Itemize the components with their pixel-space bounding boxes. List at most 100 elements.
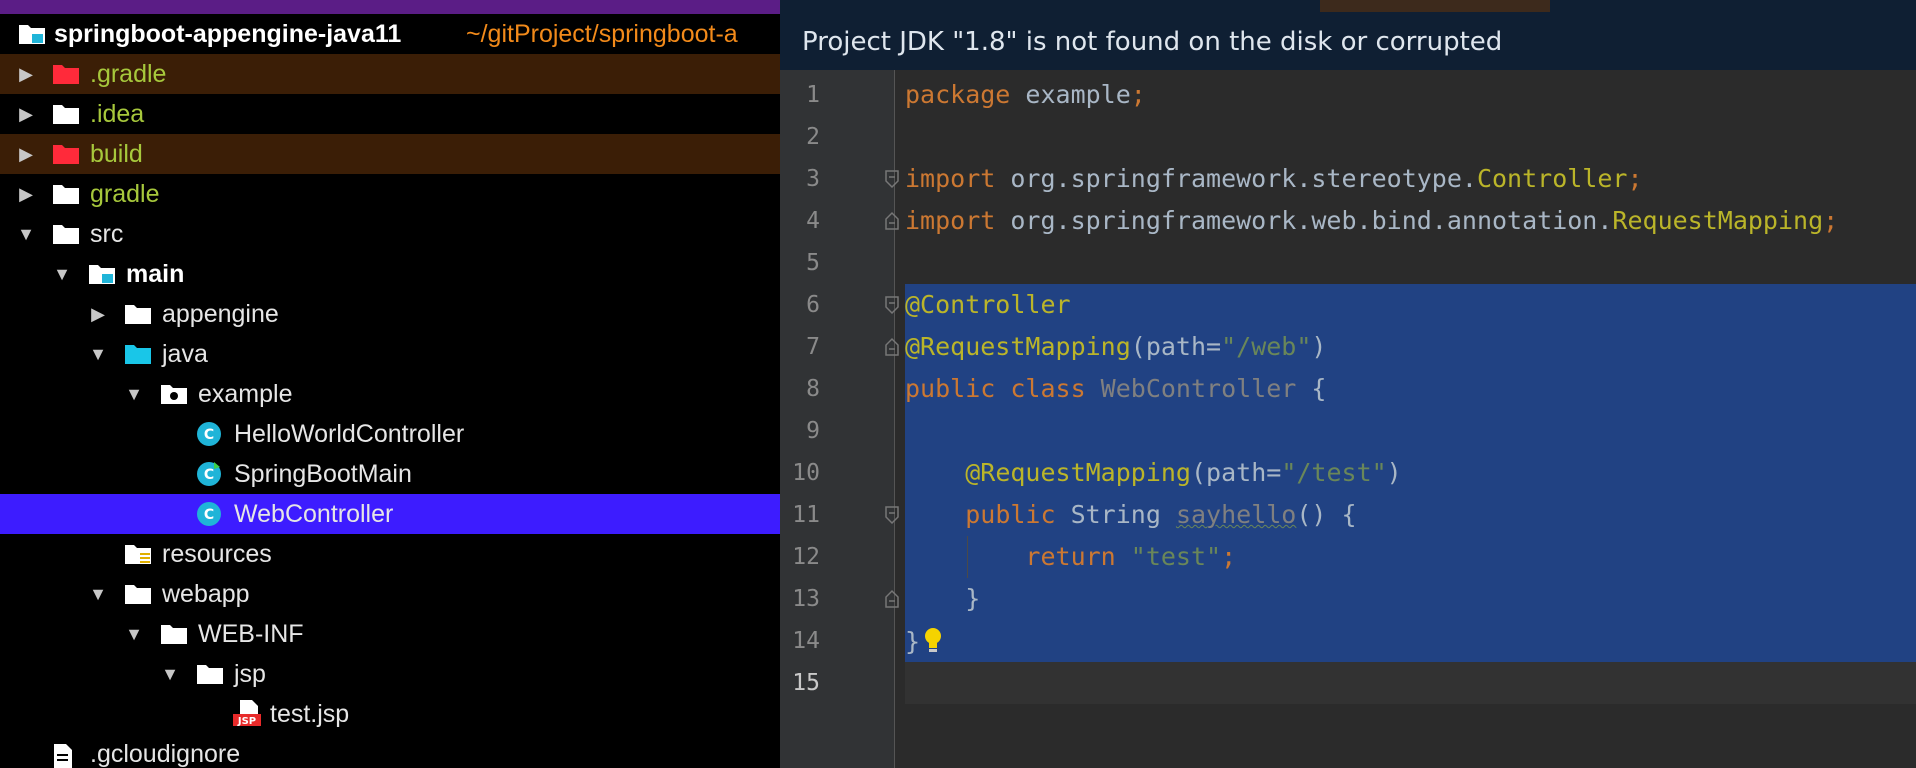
- code-token: public class: [905, 374, 1101, 403]
- code-line[interactable]: @RequestMapping(path="/test"): [905, 452, 1916, 494]
- svg-text:C: C: [204, 467, 214, 483]
- tree-item-label: java: [162, 340, 208, 368]
- code-token: WebController: [1100, 374, 1297, 403]
- code-line[interactable]: public class WebController {: [905, 368, 1916, 410]
- line-number: 13: [792, 586, 820, 612]
- code-token: @RequestMapping: [905, 332, 1131, 361]
- tree-item-label: gradle: [90, 180, 160, 208]
- line-number: 14: [792, 628, 820, 654]
- tree-item[interactable]: ▶ build: [0, 134, 780, 174]
- code-line[interactable]: import org.springframework.web.bind.anno…: [905, 200, 1916, 242]
- code-line[interactable]: @RequestMapping(path="/web"): [905, 326, 1916, 368]
- code-line[interactable]: import org.springframework.stereotype.Co…: [905, 158, 1916, 200]
- expand-arrow-down-icon[interactable]: ▼: [16, 224, 36, 244]
- code-token: "test": [1130, 542, 1222, 571]
- code-token: "/web": [1221, 332, 1312, 361]
- tree-item[interactable]: .gcloudignore: [0, 734, 780, 768]
- code-token: ;: [1130, 80, 1146, 109]
- project-tree: springboot-appengine-java11 ~/gitProject…: [0, 14, 780, 768]
- tree-item-label: WEB-INF: [198, 620, 304, 648]
- jdk-notification-banner[interactable]: Project JDK "1.8" is not found on the di…: [780, 14, 1916, 70]
- package-icon: [160, 383, 188, 405]
- fold-close-icon[interactable]: [884, 211, 900, 231]
- tree-root-path: ~/gitProject/springboot-a: [466, 20, 738, 48]
- code-line[interactable]: [905, 662, 1916, 704]
- tree-item[interactable]: ▶ appengine: [0, 294, 780, 334]
- code-line[interactable]: }: [905, 620, 1916, 662]
- code-token: ;: [1823, 206, 1839, 235]
- fold-open-icon[interactable]: [884, 295, 900, 315]
- fold-open-icon[interactable]: [884, 169, 900, 189]
- folder-icon: [52, 103, 80, 125]
- code-line[interactable]: [905, 410, 1916, 452]
- tree-item[interactable]: ▶ .gradle: [0, 54, 780, 94]
- tree-item[interactable]: ▼ example: [0, 374, 780, 414]
- tree-item[interactable]: ▼ main: [0, 254, 780, 294]
- tree-item[interactable]: ▼ WEB-INF: [0, 614, 780, 654]
- expand-arrow-right-icon[interactable]: ▶: [88, 304, 108, 324]
- tree-item[interactable]: ▼ webapp: [0, 574, 780, 614]
- lightbulb-icon[interactable]: [922, 626, 944, 656]
- line-number: 2: [806, 124, 820, 150]
- code-token: org.springframework.stereotype.: [1010, 164, 1477, 193]
- tree-item[interactable]: resources: [0, 534, 780, 574]
- resources-folder-icon: [124, 543, 152, 565]
- fold-close-icon[interactable]: [884, 589, 900, 609]
- expand-arrow-down-icon[interactable]: ▼: [88, 584, 108, 604]
- expand-arrow-down-icon[interactable]: ▼: [124, 624, 144, 644]
- code-token: }: [905, 627, 921, 656]
- code-token: ): [1311, 332, 1327, 361]
- editor-tab[interactable]: [1320, 0, 1550, 12]
- java-main-class-icon: C: [196, 461, 224, 486]
- code-token: }: [905, 584, 981, 613]
- tree-item[interactable]: C HelloWorldController: [0, 414, 780, 454]
- line-number: 1: [806, 82, 820, 108]
- code-token: return: [1025, 542, 1131, 571]
- tree-item-label: SpringBootMain: [234, 460, 412, 488]
- module-folder-icon: [88, 263, 116, 285]
- excluded-folder-icon: [52, 143, 80, 165]
- expand-arrow-down-icon[interactable]: ▼: [160, 664, 180, 684]
- tree-item[interactable]: ▼ java: [0, 334, 780, 374]
- line-number: 15: [792, 670, 820, 696]
- folder-icon: [52, 183, 80, 205]
- code-token: public: [965, 500, 1071, 529]
- tree-item[interactable]: C WebController: [0, 494, 780, 534]
- editor-gutter[interactable]: 1 2 3 4 5 6 7 8 9 10 11 12 13 14 15: [780, 70, 894, 768]
- tree-item-label: appengine: [162, 300, 279, 328]
- code-token: "/test": [1281, 458, 1387, 487]
- file-icon: [52, 743, 80, 768]
- java-class-icon: C: [196, 421, 224, 446]
- expand-arrow-right-icon[interactable]: ▶: [16, 184, 36, 204]
- tree-item-label: .gcloudignore: [90, 740, 241, 768]
- expand-arrow-down-icon[interactable]: ▼: [124, 384, 144, 404]
- tree-item[interactable]: ▶ gradle: [0, 174, 780, 214]
- code-line[interactable]: [905, 242, 1916, 284]
- expand-arrow-down-icon[interactable]: ▼: [88, 344, 108, 364]
- folder-icon: [124, 583, 152, 605]
- tree-item[interactable]: JSP test.jsp: [0, 694, 780, 734]
- code-line[interactable]: public String sayhello() {: [905, 494, 1916, 536]
- tree-item[interactable]: ▼ jsp: [0, 654, 780, 694]
- code-line[interactable]: package example;: [905, 74, 1916, 116]
- fold-open-icon[interactable]: [884, 505, 900, 525]
- code-line[interactable]: return "test";: [905, 536, 1916, 578]
- code-line[interactable]: [905, 116, 1916, 158]
- expand-arrow-right-icon[interactable]: ▶: [16, 64, 36, 84]
- svg-text:JSP: JSP: [237, 716, 256, 727]
- tree-item[interactable]: ▶ .idea: [0, 94, 780, 134]
- expand-arrow-right-icon[interactable]: ▶: [16, 144, 36, 164]
- expand-arrow-down-icon[interactable]: ▼: [52, 264, 72, 284]
- code-line[interactable]: @Controller: [905, 284, 1916, 326]
- tree-item[interactable]: C SpringBootMain: [0, 454, 780, 494]
- code-token: example: [1025, 80, 1131, 109]
- code-editor[interactable]: Project JDK "1.8" is not found on the di…: [780, 14, 1916, 768]
- tree-item[interactable]: ▼ src: [0, 214, 780, 254]
- line-number: 6: [806, 292, 820, 318]
- fold-close-icon[interactable]: [884, 337, 900, 357]
- project-panel-top-bar: [0, 0, 780, 14]
- tree-root[interactable]: springboot-appengine-java11 ~/gitProject…: [0, 14, 780, 54]
- code-line[interactable]: }: [905, 578, 1916, 620]
- expand-arrow-right-icon[interactable]: ▶: [16, 104, 36, 124]
